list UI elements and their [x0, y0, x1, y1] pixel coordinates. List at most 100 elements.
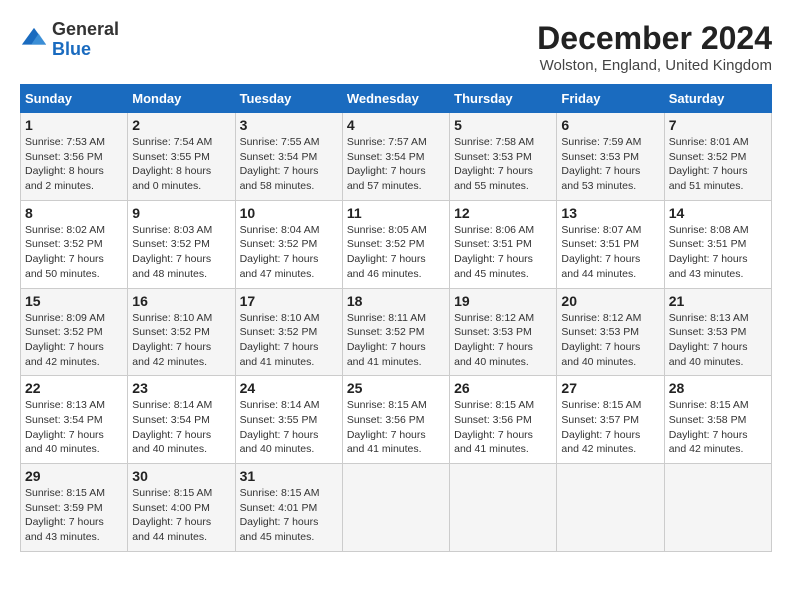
- day-detail: Sunrise: 8:05 AMSunset: 3:52 PMDaylight:…: [347, 223, 445, 282]
- calendar-week-row: 1Sunrise: 7:53 AMSunset: 3:56 PMDaylight…: [21, 113, 772, 201]
- calendar-body: 1Sunrise: 7:53 AMSunset: 3:56 PMDaylight…: [21, 113, 772, 552]
- day-detail: Sunrise: 8:01 AMSunset: 3:52 PMDaylight:…: [669, 135, 767, 194]
- month-title: December 2024: [537, 20, 772, 57]
- calendar-week-row: 15Sunrise: 8:09 AMSunset: 3:52 PMDayligh…: [21, 288, 772, 376]
- day-number: 3: [240, 117, 338, 133]
- day-detail: Sunrise: 7:59 AMSunset: 3:53 PMDaylight:…: [561, 135, 659, 194]
- day-number: 9: [132, 205, 230, 221]
- calendar-cell: 16 Sunrise: 8:10 AMSunset: 3:52 PMDayligh…: [128, 288, 235, 376]
- day-number: 6: [561, 117, 659, 133]
- day-detail: Sunrise: 8:15 AMSunset: 3:59 PMDaylight:…: [25, 486, 123, 545]
- day-number: 29: [25, 468, 123, 484]
- logo: General Blue: [20, 20, 119, 60]
- day-number: 18: [347, 293, 445, 309]
- weekday-header-tuesday: Tuesday: [235, 85, 342, 113]
- calendar-cell: 23 Sunrise: 8:14 AMSunset: 3:54 PMDayligh…: [128, 376, 235, 464]
- day-detail: Sunrise: 8:11 AMSunset: 3:52 PMDaylight:…: [347, 311, 445, 370]
- weekday-header-saturday: Saturday: [664, 85, 771, 113]
- day-number: 13: [561, 205, 659, 221]
- day-number: 16: [132, 293, 230, 309]
- day-detail: Sunrise: 8:12 AMSunset: 3:53 PMDaylight:…: [454, 311, 552, 370]
- day-detail: Sunrise: 8:08 AMSunset: 3:51 PMDaylight:…: [669, 223, 767, 282]
- page-header: General Blue December 2024 Wolston, Engl…: [20, 20, 772, 74]
- calendar-cell: 26 Sunrise: 8:15 AMSunset: 3:56 PMDayligh…: [450, 376, 557, 464]
- logo-blue: Blue: [52, 39, 91, 59]
- calendar-cell: 18 Sunrise: 8:11 AMSunset: 3:52 PMDayligh…: [342, 288, 449, 376]
- calendar-week-row: 29 Sunrise: 8:15 AMSunset: 3:59 PMDayligh…: [21, 464, 772, 552]
- day-detail: Sunrise: 8:06 AMSunset: 3:51 PMDaylight:…: [454, 223, 552, 282]
- calendar-cell: 2 Sunrise: 7:54 AMSunset: 3:55 PMDaylight…: [128, 113, 235, 201]
- calendar-cell: 22 Sunrise: 8:13 AMSunset: 3:54 PMDayligh…: [21, 376, 128, 464]
- day-detail: Sunrise: 8:13 AMSunset: 3:54 PMDaylight:…: [25, 398, 123, 457]
- calendar-cell: [557, 464, 664, 552]
- day-detail: Sunrise: 7:54 AMSunset: 3:55 PMDaylight:…: [132, 135, 230, 194]
- calendar-cell: 7 Sunrise: 8:01 AMSunset: 3:52 PMDaylight…: [664, 113, 771, 201]
- day-detail: Sunrise: 8:04 AMSunset: 3:52 PMDaylight:…: [240, 223, 338, 282]
- day-number: 27: [561, 380, 659, 396]
- title-block: December 2024 Wolston, England, United K…: [537, 20, 772, 74]
- calendar-cell: 21 Sunrise: 8:13 AMSunset: 3:53 PMDayligh…: [664, 288, 771, 376]
- calendar-cell: 10 Sunrise: 8:04 AMSunset: 3:52 PMDayligh…: [235, 200, 342, 288]
- day-detail: Sunrise: 8:03 AMSunset: 3:52 PMDaylight:…: [132, 223, 230, 282]
- day-detail: Sunrise: 8:15 AMSunset: 3:56 PMDaylight:…: [454, 398, 552, 457]
- calendar-header-row: SundayMondayTuesdayWednesdayThursdayFrid…: [21, 85, 772, 113]
- day-number: 17: [240, 293, 338, 309]
- day-number: 23: [132, 380, 230, 396]
- calendar-cell: 9 Sunrise: 8:03 AMSunset: 3:52 PMDaylight…: [128, 200, 235, 288]
- calendar-cell: [450, 464, 557, 552]
- calendar-cell: 25 Sunrise: 8:15 AMSunset: 3:56 PMDayligh…: [342, 376, 449, 464]
- day-detail: Sunrise: 8:15 AMSunset: 3:58 PMDaylight:…: [669, 398, 767, 457]
- day-detail: Sunrise: 7:57 AMSunset: 3:54 PMDaylight:…: [347, 135, 445, 194]
- day-number: 25: [347, 380, 445, 396]
- day-detail: Sunrise: 8:12 AMSunset: 3:53 PMDaylight:…: [561, 311, 659, 370]
- calendar-cell: 27 Sunrise: 8:15 AMSunset: 3:57 PMDayligh…: [557, 376, 664, 464]
- calendar-table: SundayMondayTuesdayWednesdayThursdayFrid…: [20, 84, 772, 552]
- day-detail: Sunrise: 8:14 AMSunset: 3:55 PMDaylight:…: [240, 398, 338, 457]
- day-number: 21: [669, 293, 767, 309]
- day-number: 2: [132, 117, 230, 133]
- calendar-cell: 30Sunrise: 8:15 AMSunset: 4:00 PMDayligh…: [128, 464, 235, 552]
- calendar-cell: 19 Sunrise: 8:12 AMSunset: 3:53 PMDayligh…: [450, 288, 557, 376]
- calendar-cell: 3Sunrise: 7:55 AMSunset: 3:54 PMDaylight…: [235, 113, 342, 201]
- day-detail: Sunrise: 8:07 AMSunset: 3:51 PMDaylight:…: [561, 223, 659, 282]
- day-number: 20: [561, 293, 659, 309]
- day-detail: Sunrise: 8:10 AMSunset: 3:52 PMDaylight:…: [240, 311, 338, 370]
- day-number: 31: [240, 468, 338, 484]
- day-number: 7: [669, 117, 767, 133]
- calendar-week-row: 22 Sunrise: 8:13 AMSunset: 3:54 PMDayligh…: [21, 376, 772, 464]
- logo-icon: [20, 26, 48, 54]
- calendar-cell: 20 Sunrise: 8:12 AMSunset: 3:53 PMDayligh…: [557, 288, 664, 376]
- calendar-cell: 24Sunrise: 8:14 AMSunset: 3:55 PMDayligh…: [235, 376, 342, 464]
- calendar-cell: 6 Sunrise: 7:59 AMSunset: 3:53 PMDaylight…: [557, 113, 664, 201]
- day-number: 1: [25, 117, 123, 133]
- weekday-header-sunday: Sunday: [21, 85, 128, 113]
- day-detail: Sunrise: 8:15 AMSunset: 4:01 PMDaylight:…: [240, 486, 338, 545]
- calendar-cell: 1Sunrise: 7:53 AMSunset: 3:56 PMDaylight…: [21, 113, 128, 201]
- calendar-cell: 4Sunrise: 7:57 AMSunset: 3:54 PMDaylight…: [342, 113, 449, 201]
- day-number: 14: [669, 205, 767, 221]
- calendar-cell: [664, 464, 771, 552]
- day-detail: Sunrise: 8:02 AMSunset: 3:52 PMDaylight:…: [25, 223, 123, 282]
- day-detail: Sunrise: 8:10 AMSunset: 3:52 PMDaylight:…: [132, 311, 230, 370]
- day-number: 22: [25, 380, 123, 396]
- day-number: 11: [347, 205, 445, 221]
- day-number: 19: [454, 293, 552, 309]
- day-number: 26: [454, 380, 552, 396]
- calendar-cell: 17 Sunrise: 8:10 AMSunset: 3:52 PMDayligh…: [235, 288, 342, 376]
- day-number: 10: [240, 205, 338, 221]
- calendar-cell: 15Sunrise: 8:09 AMSunset: 3:52 PMDayligh…: [21, 288, 128, 376]
- weekday-header-wednesday: Wednesday: [342, 85, 449, 113]
- day-detail: Sunrise: 8:13 AMSunset: 3:53 PMDaylight:…: [669, 311, 767, 370]
- day-detail: Sunrise: 8:14 AMSunset: 3:54 PMDaylight:…: [132, 398, 230, 457]
- calendar-week-row: 8 Sunrise: 8:02 AMSunset: 3:52 PMDaylight…: [21, 200, 772, 288]
- calendar-cell: 12 Sunrise: 8:06 AMSunset: 3:51 PMDayligh…: [450, 200, 557, 288]
- day-detail: Sunrise: 8:15 AMSunset: 4:00 PMDaylight:…: [132, 486, 230, 545]
- calendar-cell: 29 Sunrise: 8:15 AMSunset: 3:59 PMDayligh…: [21, 464, 128, 552]
- day-detail: Sunrise: 8:15 AMSunset: 3:56 PMDaylight:…: [347, 398, 445, 457]
- day-number: 8: [25, 205, 123, 221]
- calendar-cell: 31 Sunrise: 8:15 AMSunset: 4:01 PMDayligh…: [235, 464, 342, 552]
- calendar-cell: 8 Sunrise: 8:02 AMSunset: 3:52 PMDaylight…: [21, 200, 128, 288]
- calendar-cell: 14 Sunrise: 8:08 AMSunset: 3:51 PMDayligh…: [664, 200, 771, 288]
- day-detail: Sunrise: 8:15 AMSunset: 3:57 PMDaylight:…: [561, 398, 659, 457]
- day-number: 12: [454, 205, 552, 221]
